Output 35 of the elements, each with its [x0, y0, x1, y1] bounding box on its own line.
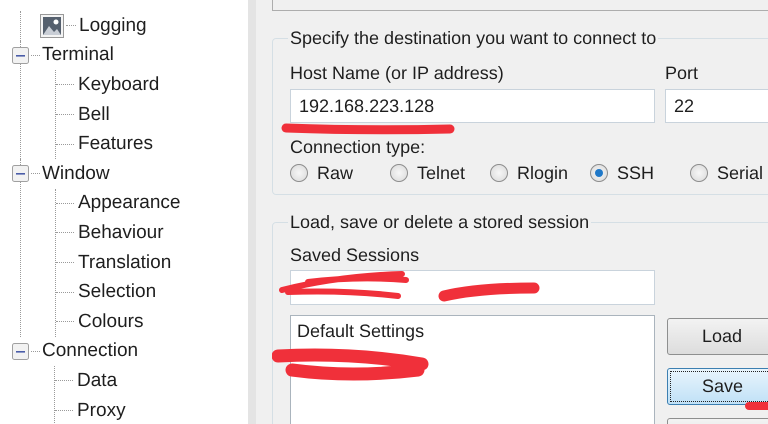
tree-item[interactable]: Behaviour: [78, 222, 164, 244]
collapse-icon[interactable]: [12, 46, 29, 64]
group-title: Specify the destination you want to connect to: [289, 27, 658, 49]
port-label: Port: [665, 62, 700, 84]
tree-item[interactable]: Translation: [78, 252, 172, 274]
image-icon: [40, 14, 64, 38]
collapse-icon[interactable]: [12, 342, 29, 360]
session-button[interactable]: Save: [667, 368, 768, 405]
saved-sessions-label: Saved Sessions: [290, 244, 420, 266]
tree-item[interactable]: Appearance: [78, 192, 180, 214]
host-label: Host Name (or IP address): [290, 62, 505, 84]
tree-item[interactable]: Keyboard: [78, 74, 160, 96]
connection-type-label: Connection type:: [290, 136, 426, 158]
tree-item[interactable]: Connection: [42, 340, 138, 362]
collapse-icon[interactable]: [12, 165, 29, 182]
tree-item[interactable]: Selection: [78, 281, 156, 304]
tree-item[interactable]: Terminal: [42, 44, 114, 66]
group-title: Load, save or delete a stored session: [289, 211, 590, 233]
port-field[interactable]: 22: [665, 89, 768, 123]
session-button[interactable]: Load: [667, 318, 768, 355]
radio-option[interactable]: Serial: [690, 162, 768, 184]
radio-option[interactable]: SSH: [590, 162, 690, 184]
session-item[interactable]: Default Settings: [297, 320, 424, 342]
tree-item[interactable]: Bell: [78, 104, 110, 126]
radio-option[interactable]: Raw: [290, 162, 390, 184]
redaction-mark: [744, 401, 768, 411]
tree-item[interactable]: Window: [42, 162, 110, 185]
tree-item[interactable]: Logging: [79, 14, 147, 37]
tree-item[interactable]: Data: [77, 370, 118, 392]
tree-item[interactable]: Features: [78, 133, 153, 156]
host-field[interactable]: 192.168.223.128: [290, 89, 655, 123]
tree-item[interactable]: Proxy: [77, 400, 126, 422]
radio-option[interactable]: Telnet: [390, 162, 490, 184]
tree-item[interactable]: Colours: [78, 310, 144, 333]
radio-option[interactable]: Rlogin: [490, 162, 590, 184]
